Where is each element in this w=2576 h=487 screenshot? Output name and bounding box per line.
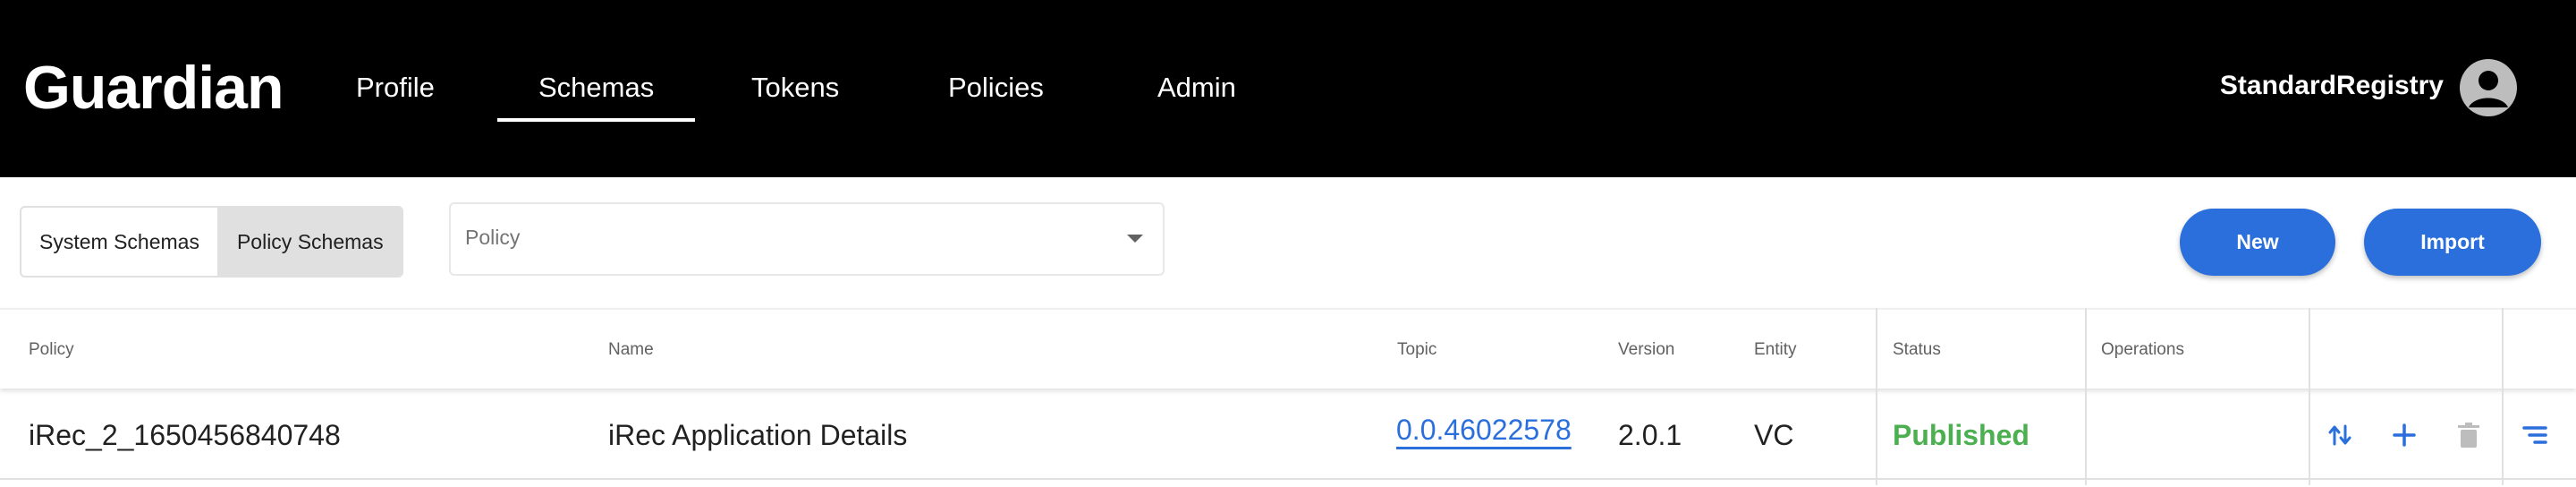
tab-system-schemas[interactable]: System Schemas <box>21 208 217 276</box>
menu-lines-icon[interactable] <box>2517 417 2553 453</box>
status-badge: Published <box>1893 419 2029 451</box>
policy-select-placeholder: Policy <box>465 226 521 249</box>
schema-type-toggle: System Schemas Policy Schemas <box>20 206 403 278</box>
nav-admin[interactable]: Admin <box>1157 70 1236 106</box>
nav-profile[interactable]: Profile <box>356 70 435 106</box>
column-header-operations: Operations <box>2101 340 2184 359</box>
account-circle-icon[interactable] <box>2460 59 2517 116</box>
column-header-topic: Topic <box>1397 340 1437 359</box>
table-row: iRec_2_1650456840748 iRec Application De… <box>0 390 2576 480</box>
column-header-version: Version <box>1618 340 1675 359</box>
column-header-policy: Policy <box>29 340 74 359</box>
tab-policy-schemas[interactable]: Policy Schemas <box>216 208 402 276</box>
swap-vert-icon[interactable] <box>2322 417 2358 453</box>
import-schema-button[interactable]: Import <box>2364 209 2541 276</box>
nav-tokens[interactable]: Tokens <box>751 70 839 106</box>
cell-name: iRec Application Details <box>608 419 908 451</box>
column-header-status: Status <box>1893 340 1941 359</box>
nav-schemas[interactable]: Schemas <box>496 70 696 122</box>
cell-policy: iRec_2_1650456840748 <box>29 419 341 451</box>
new-schema-button[interactable]: New <box>2180 209 2335 276</box>
add-icon[interactable] <box>2386 417 2422 453</box>
cell-entity: VC <box>1754 419 1794 451</box>
nav-policies[interactable]: Policies <box>948 70 1044 106</box>
topic-link[interactable]: 0.0.46022578 <box>1396 412 1572 448</box>
column-header-entity: Entity <box>1754 340 1797 359</box>
user-name: StandardRegistry <box>2219 71 2444 100</box>
dropdown-arrow-icon <box>1127 235 1143 243</box>
policy-select[interactable]: Policy <box>449 202 1165 276</box>
column-header-name: Name <box>608 340 654 359</box>
table-header: Policy Name Topic Version Entity Status … <box>0 308 2576 389</box>
top-app-bar: Guardian Profile Schemas Tokens Policies… <box>0 0 2576 177</box>
delete-icon <box>2451 417 2487 453</box>
app-logo-title: Guardian <box>23 54 284 122</box>
cell-version: 2.0.1 <box>1618 419 1682 451</box>
